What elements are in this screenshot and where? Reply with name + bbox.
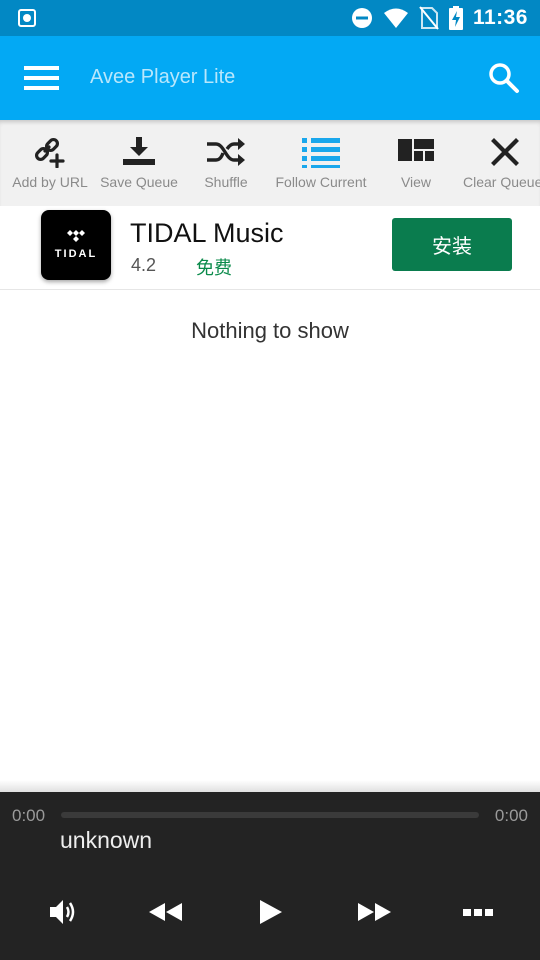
screen: { "status_bar": { "time": "11:36", "icon…	[0, 0, 540, 960]
total-time: 0:00	[494, 806, 528, 825]
clock: 11:36	[472, 6, 528, 29]
play-button[interactable]	[250, 892, 290, 932]
no-sim-icon	[419, 6, 439, 30]
wifi-icon	[383, 8, 408, 28]
empty-queue-message: Nothing to show	[191, 318, 349, 343]
ad-price: 免费	[196, 258, 232, 279]
view-label: View	[400, 174, 432, 190]
download-icon	[123, 137, 155, 165]
screenshot-notification-icon	[18, 9, 36, 27]
follow-current-label: Follow Current	[275, 174, 367, 190]
install-button[interactable]: 安装	[392, 218, 512, 271]
follow-current-button[interactable]: Follow Current	[270, 120, 372, 206]
clear-queue-label: Clear Queue	[463, 174, 540, 190]
battery-charging-icon	[448, 6, 463, 30]
list-icon	[302, 138, 340, 168]
fast-forward-icon	[358, 903, 391, 921]
close-icon	[491, 138, 519, 166]
do-not-disturb-icon	[351, 8, 372, 28]
link-add-icon	[34, 137, 65, 168]
current-time: 0:00	[12, 806, 46, 825]
clear-queue-button[interactable]: Clear Queue	[463, 120, 540, 206]
player-bar: 0:00 0:00 unknown	[0, 780, 540, 960]
status-bar: 11:36	[0, 0, 540, 36]
player-shadow	[0, 780, 540, 792]
volume-button[interactable]	[43, 892, 83, 932]
shuffle-button[interactable]: Shuffle	[196, 120, 256, 206]
seek-bar[interactable]	[61, 812, 479, 818]
app-title: Avee Player Lite	[90, 66, 236, 88]
view-grid-icon	[398, 139, 434, 161]
view-button[interactable]: View	[392, 120, 440, 206]
queue-toolbar: Add by URL Save Queue Shuffle Follow Cur…	[0, 120, 540, 206]
volume-icon	[50, 900, 75, 924]
ad-app-name: TIDAL Music	[130, 218, 284, 248]
play-icon	[260, 900, 282, 924]
more-options-icon	[463, 909, 493, 916]
add-by-url-button[interactable]: Add by URL	[10, 120, 90, 206]
app-logo: TIDAL	[41, 210, 111, 280]
app-bar: Avee Player Lite	[0, 36, 540, 120]
shuffle-label: Shuffle	[204, 174, 248, 190]
ad-rating: 4.2	[131, 255, 157, 275]
ad-banner[interactable]: TIDAL TIDAL Music 4.2 免费 安装	[0, 206, 540, 290]
fast-forward-button[interactable]	[355, 892, 395, 932]
tidal-logo-icon	[67, 230, 85, 242]
track-title: unknown	[60, 827, 153, 853]
search-icon[interactable]	[488, 62, 520, 94]
logo-wordmark: TIDAL	[54, 248, 98, 260]
save-queue-label: Save Queue	[100, 174, 178, 190]
shuffle-icon	[207, 138, 245, 166]
rewind-icon	[149, 903, 182, 921]
save-queue-button[interactable]: Save Queue	[99, 120, 179, 206]
add-by-url-label: Add by URL	[12, 174, 88, 190]
more-options-button[interactable]	[458, 892, 498, 932]
rewind-button[interactable]	[145, 892, 185, 932]
hamburger-menu-icon[interactable]	[24, 64, 60, 92]
